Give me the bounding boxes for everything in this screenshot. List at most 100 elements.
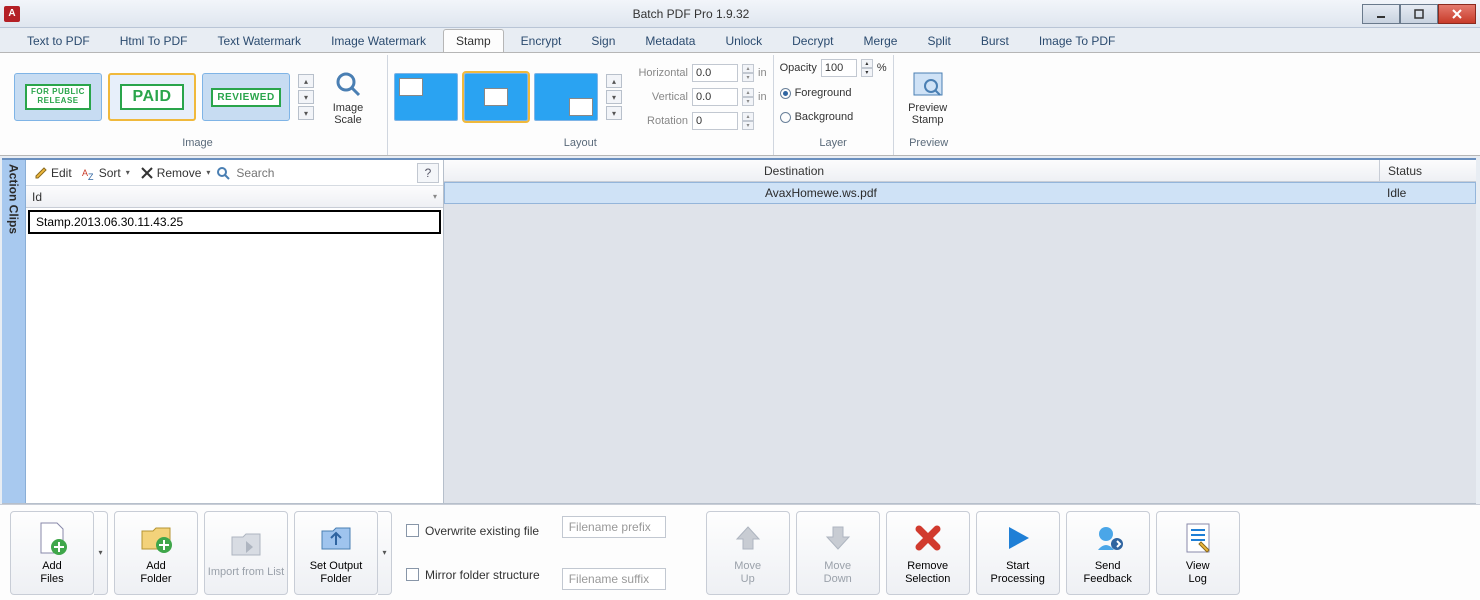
layout-top-left[interactable] xyxy=(394,73,458,121)
tab-merge[interactable]: Merge xyxy=(850,29,910,52)
status-cell: Idle xyxy=(1379,183,1475,203)
import-from-list-button[interactable]: Import from List xyxy=(204,511,288,595)
svg-text:Z: Z xyxy=(88,172,94,180)
status-column-header[interactable]: Status xyxy=(1380,160,1476,181)
view-log-button[interactable]: View Log xyxy=(1156,511,1240,595)
vertical-down[interactable]: ▾ xyxy=(742,97,754,106)
table-row[interactable]: AvaxHomewe.ws.pdf Idle xyxy=(444,182,1476,204)
x-icon xyxy=(910,520,946,556)
search-icon xyxy=(216,166,230,180)
rotation-input[interactable]: 0 xyxy=(692,112,738,130)
horizontal-up[interactable]: ▴ xyxy=(742,64,754,73)
minimize-button[interactable] xyxy=(1362,4,1400,24)
layout-bottom-right[interactable] xyxy=(534,73,598,121)
set-output-folder-button[interactable]: Set Output Folder xyxy=(294,511,378,595)
add-folder-button[interactable]: Add Folder xyxy=(114,511,198,595)
layout-center[interactable] xyxy=(464,73,528,121)
group-label-image: Image xyxy=(14,137,381,155)
import-icon xyxy=(228,526,264,562)
pencil-icon xyxy=(34,166,48,180)
tab-decrypt[interactable]: Decrypt xyxy=(779,29,846,52)
sort-button[interactable]: AZ Sort xyxy=(78,164,134,182)
help-button[interactable]: ? xyxy=(417,163,439,183)
arrow-down-icon xyxy=(820,520,856,556)
stamp-label: REVIEWED xyxy=(211,88,280,107)
rotation-down[interactable]: ▾ xyxy=(742,121,754,130)
group-label-layer: Layer xyxy=(780,137,887,155)
magnifier-icon xyxy=(332,68,364,100)
opacity-up[interactable]: ▴ xyxy=(861,59,873,68)
tab-sign[interactable]: Sign xyxy=(578,29,628,52)
set-output-dropdown[interactable]: ▾ xyxy=(378,511,392,595)
tab-burst[interactable]: Burst xyxy=(968,29,1022,52)
vertical-input[interactable]: 0.0 xyxy=(692,88,738,106)
add-files-icon xyxy=(34,520,70,556)
move-down-button[interactable]: Move Down xyxy=(796,511,880,595)
sort-icon: AZ xyxy=(82,166,96,180)
destination-column-header[interactable]: Destination xyxy=(444,160,1380,181)
list-item[interactable]: Stamp.2013.06.30.11.43.25 xyxy=(28,210,441,234)
tab-text-to-pdf[interactable]: Text to PDF xyxy=(14,29,103,52)
search-input[interactable] xyxy=(232,164,415,182)
stamp-for-public-release[interactable]: FOR PUBLIC RELEASE xyxy=(14,73,102,121)
preview-stamp-button[interactable]: Preview Stamp xyxy=(900,58,956,136)
add-files-button[interactable]: Add Files xyxy=(10,511,94,595)
destination-cell: AvaxHomewe.ws.pdf xyxy=(445,183,1379,203)
rotation-label: Rotation xyxy=(630,115,688,127)
mirror-checkbox[interactable]: Mirror folder structure xyxy=(406,568,540,582)
window-title: Batch PDF Pro 1.9.32 xyxy=(20,7,1362,21)
image-scale-button[interactable]: Image Scale xyxy=(320,58,376,136)
gallery-expand[interactable]: ▾ xyxy=(298,106,314,120)
gallery-scroll-up[interactable]: ▴ xyxy=(298,74,314,88)
layout-scroll-up[interactable]: ▴ xyxy=(606,74,622,88)
tab-text-watermark[interactable]: Text Watermark xyxy=(204,29,314,52)
edit-button[interactable]: Edit xyxy=(30,164,76,182)
tab-metadata[interactable]: Metadata xyxy=(632,29,708,52)
foreground-radio[interactable]: Foreground xyxy=(780,83,852,103)
rotation-up[interactable]: ▴ xyxy=(742,112,754,121)
log-icon xyxy=(1180,520,1216,556)
remove-icon xyxy=(140,166,154,180)
stamp-label: PAID xyxy=(120,84,183,110)
maximize-button[interactable] xyxy=(1400,4,1438,24)
filename-suffix-input[interactable]: Filename suffix xyxy=(562,568,666,590)
tab-stamp[interactable]: Stamp xyxy=(443,29,504,52)
opacity-down[interactable]: ▾ xyxy=(861,68,873,77)
vertical-up[interactable]: ▴ xyxy=(742,88,754,97)
opacity-label: Opacity xyxy=(780,62,817,74)
remove-selection-button[interactable]: Remove Selection xyxy=(886,511,970,595)
move-up-button[interactable]: Move Up xyxy=(706,511,790,595)
play-icon xyxy=(1000,520,1036,556)
action-clips-tab[interactable]: Action Clips xyxy=(2,160,26,503)
tab-image-watermark[interactable]: Image Watermark xyxy=(318,29,439,52)
overwrite-checkbox[interactable]: Overwrite existing file xyxy=(406,524,540,538)
add-folder-icon xyxy=(138,520,174,556)
layout-expand[interactable]: ▾ xyxy=(606,106,622,120)
stamp-paid[interactable]: PAID xyxy=(108,73,196,121)
arrow-up-icon xyxy=(730,520,766,556)
id-column-header[interactable]: Id ▾ xyxy=(26,186,443,208)
feedback-icon xyxy=(1090,520,1126,556)
tab-encrypt[interactable]: Encrypt xyxy=(508,29,575,52)
background-radio[interactable]: Background xyxy=(780,107,854,127)
gallery-scroll-down[interactable]: ▾ xyxy=(298,90,314,104)
remove-button[interactable]: Remove xyxy=(136,164,215,182)
start-processing-button[interactable]: Start Processing xyxy=(976,511,1060,595)
close-button[interactable] xyxy=(1438,4,1476,24)
output-folder-icon xyxy=(318,520,354,556)
filename-prefix-input[interactable]: Filename prefix xyxy=(562,516,666,538)
add-files-dropdown[interactable]: ▾ xyxy=(94,511,108,595)
tab-html-to-pdf[interactable]: Html To PDF xyxy=(107,29,201,52)
ribbon-tabs: Text to PDF Html To PDF Text Watermark I… xyxy=(0,28,1480,52)
horizontal-label: Horizontal xyxy=(630,67,688,79)
opacity-input[interactable]: 100 xyxy=(821,59,857,77)
tab-unlock[interactable]: Unlock xyxy=(712,29,775,52)
stamp-reviewed[interactable]: REVIEWED xyxy=(202,73,290,121)
send-feedback-button[interactable]: Send Feedback xyxy=(1066,511,1150,595)
group-label-preview: Preview xyxy=(900,137,958,155)
tab-image-to-pdf[interactable]: Image To PDF xyxy=(1026,29,1128,52)
layout-scroll-down[interactable]: ▾ xyxy=(606,90,622,104)
horizontal-down[interactable]: ▾ xyxy=(742,73,754,82)
horizontal-input[interactable]: 0.0 xyxy=(692,64,738,82)
tab-split[interactable]: Split xyxy=(914,29,963,52)
